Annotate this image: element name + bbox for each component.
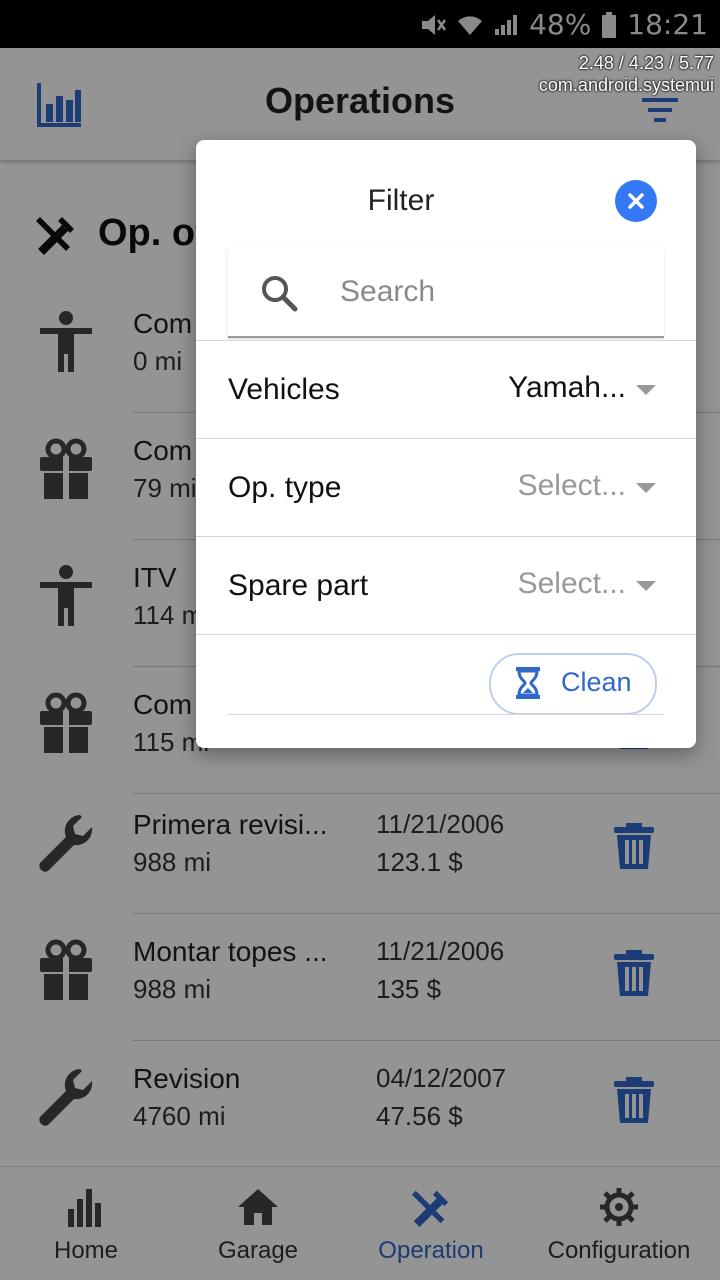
battery-icon bbox=[602, 11, 617, 38]
op-type-label: Op. type bbox=[228, 471, 342, 504]
clean-label: Clean bbox=[561, 667, 632, 697]
perf-load: 2.48 / 4.23 / 5.77 bbox=[578, 53, 714, 73]
op-type-select[interactable]: Op. type Select... bbox=[196, 438, 696, 537]
perf-process: com.android.systemui bbox=[538, 75, 714, 95]
chevron-down-icon bbox=[636, 581, 656, 591]
spare-part-value: Select... bbox=[517, 567, 626, 600]
op-type-value: Select... bbox=[517, 469, 626, 502]
search-icon bbox=[262, 276, 298, 312]
vehicles-value: Yamah... bbox=[508, 371, 626, 404]
perf-overlay: 2.48 / 4.23 / 5.77 com.android.systemui bbox=[539, 52, 714, 96]
spare-part-select[interactable]: Spare part Select... bbox=[196, 536, 696, 635]
dialog-divider bbox=[228, 714, 664, 715]
hourglass-icon bbox=[516, 667, 540, 699]
close-button[interactable] bbox=[615, 180, 657, 222]
chevron-down-icon bbox=[636, 483, 656, 493]
mute-icon bbox=[422, 14, 447, 35]
clean-button[interactable]: Clean bbox=[489, 653, 657, 715]
spare-part-label: Spare part bbox=[228, 569, 369, 602]
status-bar-overlay: 48% 18:21 bbox=[0, 0, 720, 48]
status-icons-dim: 48% 18:21 bbox=[419, 8, 708, 41]
vehicles-select[interactable]: Vehicles Yamah... bbox=[196, 340, 696, 439]
close-icon bbox=[628, 193, 644, 209]
chevron-down-icon bbox=[636, 385, 656, 395]
status-bar-backdrop: 48% 18:21 bbox=[0, 0, 720, 48]
search-input[interactable] bbox=[338, 268, 642, 316]
wifi-icon bbox=[458, 15, 483, 35]
filter-dialog: Filter Vehicles Yamah... Op. type Select… bbox=[196, 140, 696, 748]
clock: 18:21 bbox=[627, 8, 708, 41]
dialog-actions: Clean bbox=[196, 634, 696, 731]
search-field[interactable] bbox=[228, 248, 664, 338]
battery-percent: 48% bbox=[529, 8, 592, 41]
signal-icon bbox=[495, 14, 518, 35]
vehicles-label: Vehicles bbox=[228, 373, 340, 406]
